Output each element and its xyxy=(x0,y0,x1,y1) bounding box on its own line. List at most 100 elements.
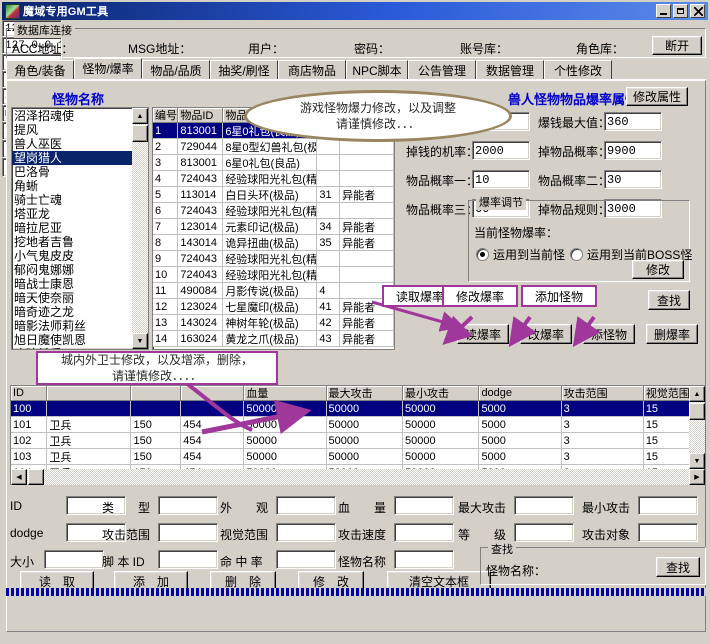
monster-list-item[interactable]: 角蜥 xyxy=(12,179,148,193)
minimize-icon[interactable] xyxy=(656,4,671,18)
guard-scroll-thumb[interactable] xyxy=(689,403,705,420)
guard-scroll-right-icon[interactable]: ▶ xyxy=(689,469,705,485)
monster-list-item[interactable]: 玫瑰杀手 xyxy=(12,347,148,350)
guard-grid-col-header[interactable] xyxy=(47,386,131,401)
guard-scroll-up-icon[interactable]: ▲ xyxy=(689,386,705,402)
scroll-down-icon[interactable]: ▼ xyxy=(132,333,148,349)
table-row[interactable]: 13143024神树年轮(极品)42异能者 xyxy=(153,315,394,331)
table-row[interactable]: 38130016星0礼包(良品) xyxy=(153,155,394,171)
guard-grid-col-header[interactable]: 最小攻击 xyxy=(403,386,479,401)
guard-grid-col-header[interactable]: 血量 xyxy=(244,386,326,401)
modify-rate-button[interactable]: 修改 xyxy=(632,260,684,279)
table-row[interactable]: 4724043经验球阳光礼包(精品) xyxy=(153,171,394,187)
monster-list-item[interactable]: 提风 xyxy=(12,123,148,137)
scroll-thumb[interactable] xyxy=(132,125,148,142)
maximize-icon[interactable] xyxy=(673,4,688,18)
tab-role-equip[interactable]: 角色/装备 xyxy=(6,60,74,79)
table-row[interactable]: 6724043经验球阳光礼包(精品) xyxy=(153,203,394,219)
guard-row3-input-2[interactable] xyxy=(276,550,336,569)
guard-grid-col-header[interactable] xyxy=(131,386,181,401)
tab-lottery-spawn[interactable]: 抽奖/刷怪 xyxy=(210,60,278,79)
item-prob-2-input[interactable]: 30 xyxy=(604,170,662,189)
monster-name-list[interactable]: 沼泽招魂使提风兽人巫医望岗猎人巴洛骨角蜥骑士亡魂塔亚龙暗拉尼亚挖地者吉鲁小气鬼皮… xyxy=(11,107,149,350)
monster-list-item[interactable]: 暗战士康恩 xyxy=(12,277,148,291)
guard-row2-input-4[interactable] xyxy=(514,523,574,542)
guard-row2-input-3[interactable] xyxy=(394,523,454,542)
disconnect-button[interactable]: 断开 xyxy=(652,36,702,55)
guard-grid-col-header[interactable]: ID xyxy=(11,386,47,401)
add-monster-button[interactable]: 添怪物 xyxy=(583,324,635,344)
guard-scroll-down-icon[interactable]: ▼ xyxy=(689,453,705,469)
monster-list-item[interactable]: 挖地者吉鲁 xyxy=(12,235,148,249)
monster-list-item[interactable]: 小气鬼皮皮 xyxy=(12,249,148,263)
guard-row1-input-3[interactable] xyxy=(394,496,454,515)
monster-list-item[interactable]: 暗奇迹之龙 xyxy=(12,305,148,319)
guard-row1-input-2[interactable] xyxy=(276,496,336,515)
tab-data-manage[interactable]: 数据管理 xyxy=(476,60,544,79)
tab-item-quality[interactable]: 物品/品质 xyxy=(142,60,210,79)
radio-dot-boss[interactable] xyxy=(570,248,583,261)
guard-scroll-left-icon[interactable]: ◀ xyxy=(11,469,27,485)
table-row[interactable]: 1005000050000500005000315 xyxy=(11,401,705,417)
read-drop-button[interactable]: 读爆率 xyxy=(457,324,509,344)
guard-row1-input-1[interactable] xyxy=(158,496,218,515)
table-row[interactable]: 8143014诡异扭曲(极品)35异能者 xyxy=(153,235,394,251)
table-row[interactable]: 101卫兵1504545000050000500005000315 xyxy=(11,417,705,433)
tab-personalize[interactable]: 个性修改 xyxy=(544,60,612,79)
drop-item-grid[interactable]: 编号物品ID物品名称 18130016星0礼包(良品)27290448星0型幻兽… xyxy=(152,107,395,350)
monster-list-item[interactable]: 沼泽招魂使 xyxy=(12,109,148,123)
close-icon[interactable] xyxy=(690,4,705,18)
drop-grid-col-header[interactable]: 物品ID xyxy=(178,108,223,123)
scroll-up-icon[interactable]: ▲ xyxy=(132,108,148,124)
guard-row1-input-5[interactable] xyxy=(638,496,698,515)
monster-list-item[interactable]: 骑士亡魂 xyxy=(12,193,148,207)
table-row[interactable]: 10724043经验球阳光礼包(精品) xyxy=(153,267,394,283)
table-row[interactable]: 103卫兵1504545000050000500005000315 xyxy=(11,449,705,465)
monster-list-item[interactable]: 兽人巫医 xyxy=(12,137,148,151)
guard-row2-input-5[interactable] xyxy=(638,523,698,542)
item-prob-1-input[interactable]: 10 xyxy=(472,170,530,189)
table-row[interactable]: 12123024七星魔印(极品)41异能者 xyxy=(153,299,394,315)
tab-monster-drop[interactable]: 怪物/爆率 xyxy=(74,58,142,79)
modify-attr-button[interactable]: 修改属性 xyxy=(626,87,688,106)
monster-list-item[interactable]: 旭日魔使凯恩 xyxy=(12,333,148,347)
tab-announcement[interactable]: 公告管理 xyxy=(408,60,476,79)
modify-drop-button[interactable]: 改爆率 xyxy=(520,324,572,344)
guard-grid-col-header[interactable]: 攻击范围 xyxy=(562,386,644,401)
guard-row2-input-2[interactable] xyxy=(276,523,336,542)
guard-find-button[interactable]: 查找 xyxy=(656,557,700,577)
drop-grid-col-header[interactable]: 编号 xyxy=(153,108,178,123)
guard-grid-col-header[interactable] xyxy=(181,386,244,401)
monster-list-item[interactable]: 望岗猎人 xyxy=(12,151,132,165)
monster-list-item[interactable]: 暗影法师莉丝 xyxy=(12,319,148,333)
monster-list-item[interactable]: 塔亚龙 xyxy=(12,207,148,221)
guard-row1-input-4[interactable] xyxy=(514,496,574,515)
guard-hscroll-thumb[interactable] xyxy=(28,469,44,485)
guard-grid-hscrollbar[interactable]: ◀ ▶ xyxy=(11,469,705,485)
guard-grid-col-header[interactable]: 最大攻击 xyxy=(327,386,403,401)
delete-drop-button[interactable]: 删爆率 xyxy=(646,324,698,344)
tab-shop-items[interactable]: 商店物品 xyxy=(278,60,346,79)
search-button[interactable]: 查找 xyxy=(648,290,690,310)
table-row[interactable]: 7123014元素印记(极品)34异能者 xyxy=(153,219,394,235)
monster-list-item[interactable]: 郁闷鬼娜娜 xyxy=(12,263,148,277)
guard-grid-col-header[interactable]: dodge xyxy=(479,386,561,401)
guard-row2-input-1[interactable] xyxy=(158,523,218,542)
guard-row3-input-0[interactable] xyxy=(44,550,104,569)
drop-grid-body[interactable]: 18130016星0礼包(良品)27290448星0型幻兽礼包(极品)38130… xyxy=(153,123,394,347)
guard-row3-input-1[interactable] xyxy=(158,550,218,569)
radio-dot-current[interactable] xyxy=(476,248,489,261)
table-row[interactable]: 11490084月影传说(极品)4 xyxy=(153,283,394,299)
item-drop-chance-input[interactable]: 9900 xyxy=(604,141,662,160)
tab-npc-script[interactable]: NPC脚本 xyxy=(346,60,408,79)
guard-grid-vscrollbar[interactable]: ▲ ▼ xyxy=(689,386,705,469)
radio-apply-current[interactable]: 运用到当前怪 xyxy=(476,246,565,263)
table-row[interactable]: 5113014白日头环(极品)31异能者 xyxy=(153,187,394,203)
monster-list-item[interactable]: 暗拉尼亚 xyxy=(12,221,148,235)
monster-list-scrollbar[interactable]: ▲ ▼ xyxy=(132,108,148,349)
table-row[interactable]: 14163024黄龙之爪(极品)43异能者 xyxy=(153,331,394,347)
guard-row3-input-3[interactable] xyxy=(394,550,454,569)
money-chance-input[interactable]: 2000 xyxy=(472,141,530,160)
table-row[interactable]: 102卫兵1504545000050000500005000315 xyxy=(11,433,705,449)
table-row[interactable]: 9724043经验球阳光礼包(精品) xyxy=(153,251,394,267)
